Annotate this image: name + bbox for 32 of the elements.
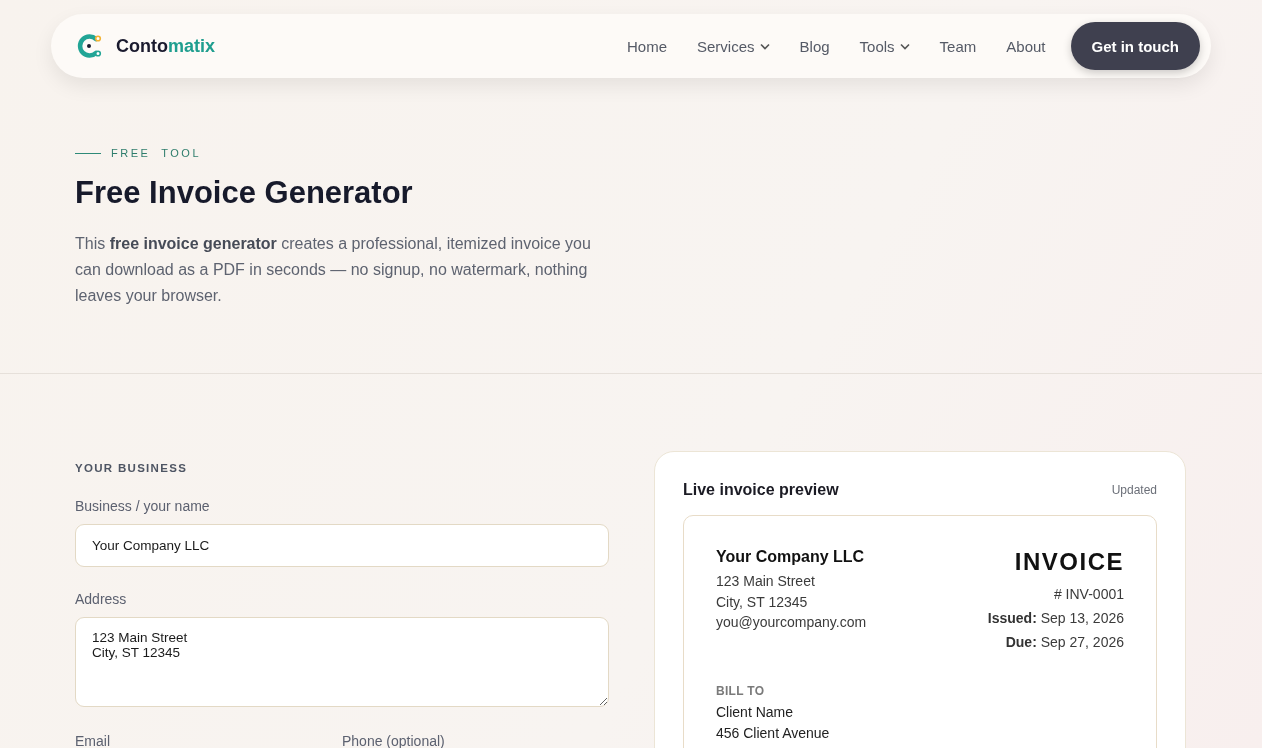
field-label: Phone (optional) [342, 733, 445, 748]
company-name: Your Company LLC [716, 548, 866, 566]
nav-link[interactable]: Home [612, 37, 682, 55]
field-label: Business / your name [75, 498, 210, 514]
invoice-meta: Issued: Sep 13, 2026 [987, 609, 1124, 628]
logo-icon [77, 33, 103, 59]
nav-link[interactable]: About [991, 37, 1061, 55]
field-label: Email [75, 733, 110, 748]
company-detail: 123 Main Street [716, 572, 815, 591]
invoice-heading: INVOICE [1014, 548, 1124, 576]
invoice-meta: # INV-0001 [1053, 585, 1124, 604]
field-label: Address [75, 591, 127, 607]
page-title: Free Invoice Generator [75, 175, 414, 211]
nav-link[interactable]: Tools [844, 37, 925, 55]
bill-to-label: BILL TO [716, 684, 766, 698]
eyebrow-label: FREE TOOL [111, 147, 201, 159]
company-detail: you@yourcompany.com [716, 613, 867, 632]
client-detail: 456 Client Avenue [716, 724, 830, 743]
preview-title: Live invoice preview [683, 481, 839, 499]
nav-link[interactable]: Blog [784, 37, 845, 55]
intro-paragraph: This free invoice generator creates a professional, itemized invoice you can download as a PDF in seconds — no signup, no watermark, nothing leaves your browser. [75, 234, 592, 306]
get-in-touch-button[interactable]: Get in touch [1070, 22, 1200, 70]
nav-link[interactable]: Services [682, 37, 785, 55]
company-detail: City, ST 12345 [716, 592, 808, 612]
address-field[interactable]: 123 Main Street City, ST 12345 [75, 617, 609, 707]
name-field[interactable]: Your Company LLC [75, 524, 609, 567]
update-status: Updated [1111, 483, 1157, 497]
section-heading: YOUR BUSINESS [75, 462, 189, 474]
nav-link[interactable]: Team [924, 37, 992, 55]
invoice-meta: Due: Sep 27, 2026 [1005, 633, 1124, 652]
brand-name[interactable]: Contomatix [116, 35, 215, 57]
client-detail: Client Name [716, 703, 794, 722]
